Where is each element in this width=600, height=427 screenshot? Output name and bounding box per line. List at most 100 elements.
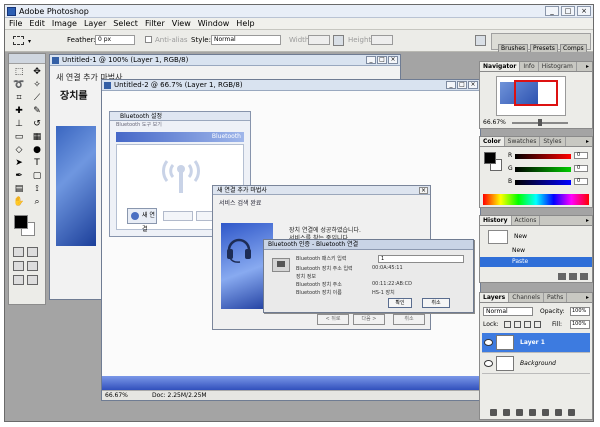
tab-histogram[interactable]: Histogram [539, 62, 577, 71]
auth-cancel-button[interactable]: 취소 [422, 298, 450, 308]
doc2-close-button[interactable]: × [468, 81, 478, 89]
history-brush-icon[interactable]: ↺ [29, 119, 45, 130]
history-new-document-icon[interactable] [558, 273, 566, 280]
doc2-title-bar[interactable]: Untitled-2 @ 66.7% (Layer 1, RGB/8) _ □ … [102, 80, 480, 91]
shape-tool-icon[interactable]: ▢ [29, 171, 45, 182]
opacity-input[interactable]: 100% [570, 307, 590, 316]
menu-filter[interactable]: Filter [145, 18, 165, 29]
history-snapshot-thumbnail[interactable] [488, 230, 508, 244]
crop-tool-icon[interactable]: ⌗ [11, 93, 27, 104]
eraser-tool-icon[interactable]: ▭ [11, 132, 27, 143]
doc2-minimize-button[interactable]: _ [446, 81, 456, 89]
wizard-cancel-button[interactable]: 취소 [393, 314, 425, 325]
type-tool-icon[interactable]: T [29, 158, 45, 169]
healing-brush-icon[interactable]: ✚ [11, 106, 27, 117]
visibility-eye-icon[interactable] [484, 360, 493, 367]
new-connection-button[interactable]: 새 연결 [127, 208, 157, 233]
move-tool-icon[interactable]: ✥ [29, 67, 45, 78]
tab-navigator[interactable]: Navigator [480, 62, 521, 71]
screen-mode-black-icon[interactable] [13, 275, 24, 285]
lock-position-icon[interactable] [524, 321, 531, 328]
close-button[interactable]: × [577, 6, 591, 16]
antialias-checkbox[interactable] [145, 36, 152, 43]
color-foreground-swatch[interactable] [484, 152, 496, 164]
channel-b-input[interactable]: 0 [574, 178, 588, 185]
channel-g-input[interactable]: 0 [574, 165, 588, 172]
tab-swatches[interactable]: Swatches [505, 137, 541, 146]
bluetooth-auth-dialog[interactable]: Bluetooth 인증 - Bluetooth 연결 Bluetooth 패스… [263, 239, 474, 313]
navigator-slider-handle[interactable] [538, 119, 542, 126]
style-select[interactable]: Normal [211, 35, 281, 45]
palette-well-toggle-icon[interactable] [475, 35, 486, 46]
lock-all-icon[interactable] [534, 321, 541, 328]
tab-styles[interactable]: Styles [540, 137, 566, 146]
layer-row-layer-1[interactable]: Layer 1 [482, 333, 590, 353]
path-select-icon[interactable]: ➤ [11, 158, 27, 169]
history-delete-icon[interactable] [580, 273, 588, 280]
adjustment-layer-icon[interactable] [529, 409, 536, 416]
navigator-zoom-value[interactable]: 66.67% [483, 119, 506, 126]
doc1-minimize-button[interactable]: _ [366, 56, 376, 64]
foreground-color-swatch[interactable] [14, 215, 28, 229]
height-input[interactable] [371, 35, 393, 45]
standard-mode-icon[interactable] [13, 247, 24, 257]
screen-mode-full-icon[interactable] [27, 261, 38, 271]
screen-mode-standard-icon[interactable] [13, 261, 24, 271]
well-tab-comps[interactable]: Comps [560, 44, 587, 52]
menu-file[interactable]: File [9, 18, 22, 29]
tab-actions[interactable]: Actions [512, 216, 541, 225]
auth-passkey-input[interactable]: 1 [378, 255, 464, 263]
tab-color[interactable]: Color [480, 137, 505, 146]
doc2-zoom-value[interactable]: 66.67% [105, 392, 128, 399]
new-layer-icon[interactable] [555, 409, 562, 416]
layer-row-background[interactable]: Background [482, 354, 590, 374]
dodge-tool-icon[interactable]: ● [29, 145, 45, 156]
fill-input[interactable]: 100% [570, 320, 590, 329]
auth-ok-button[interactable]: 확인 [388, 298, 412, 308]
menu-image[interactable]: Image [52, 18, 77, 29]
history-item-new[interactable]: New [480, 246, 592, 256]
feather-input[interactable]: 0 px [95, 35, 135, 45]
tab-layers[interactable]: Layers [480, 293, 510, 302]
well-tab-brushes[interactable]: Brushes [498, 44, 529, 52]
menu-select[interactable]: Select [113, 18, 138, 29]
quickmask-mode-icon[interactable] [27, 247, 38, 257]
doc2-maximize-button[interactable]: □ [457, 81, 467, 89]
panel-menu-icon[interactable]: ▸ [586, 137, 592, 146]
doc1-maximize-button[interactable]: □ [377, 56, 387, 64]
blur-tool-icon[interactable]: ◇ [11, 145, 27, 156]
channel-r-input[interactable]: 0 [574, 152, 588, 159]
menu-edit[interactable]: Edit [29, 18, 45, 29]
lock-image-icon[interactable] [514, 321, 521, 328]
hand-tool-icon[interactable]: ✋ [11, 197, 27, 208]
layer-mask-icon[interactable] [516, 409, 523, 416]
color-spectrum-bar[interactable] [483, 194, 589, 205]
wizard-close-button[interactable]: × [419, 187, 428, 194]
menu-view[interactable]: View [172, 18, 191, 29]
bluetooth-disabled-button-1[interactable] [163, 211, 193, 221]
layer-group-icon[interactable] [542, 409, 549, 416]
width-input[interactable] [308, 35, 330, 45]
tab-history[interactable]: History [480, 216, 512, 225]
swap-dimensions-icon[interactable] [333, 35, 344, 46]
brush-tool-icon[interactable]: ✎ [29, 106, 45, 117]
minimize-button[interactable]: _ [545, 6, 559, 16]
delete-layer-icon[interactable] [568, 409, 575, 416]
menu-help[interactable]: Help [236, 18, 254, 29]
visibility-eye-icon[interactable] [484, 339, 493, 346]
wizard-back-button[interactable]: < 뒤로 [317, 314, 349, 325]
bluetooth-menu[interactable]: Bluetooth 도구 보기 [110, 121, 250, 130]
eyedropper-icon[interactable]: ⟟ [29, 184, 45, 195]
slice-tool-icon[interactable]: ⟋ [29, 93, 45, 104]
panel-menu-icon[interactable]: ▸ [586, 216, 592, 225]
history-item-paste[interactable]: Paste [480, 257, 592, 267]
clone-stamp-icon[interactable]: ⊥ [11, 119, 27, 130]
gradient-tool-icon[interactable]: ▦ [29, 132, 45, 143]
lasso-tool-icon[interactable]: ➰ [11, 80, 27, 91]
doc1-title-bar[interactable]: Untitled-1 @ 100% (Layer 1, RGB/8) _ □ × [50, 55, 400, 66]
jump-to-imageready-icon[interactable] [27, 275, 38, 285]
pen-tool-icon[interactable]: ✒ [11, 171, 27, 182]
well-tab-presets[interactable]: Presets [530, 44, 558, 52]
tool-preset-dropdown-icon[interactable]: ▾ [28, 38, 31, 45]
notes-tool-icon[interactable]: ▤ [11, 184, 27, 195]
